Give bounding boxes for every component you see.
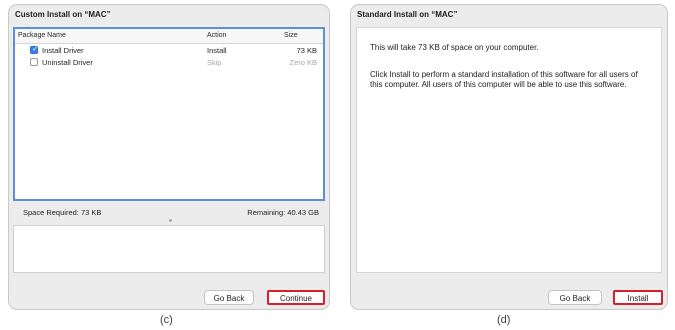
description-box bbox=[13, 225, 325, 273]
column-package-name[interactable]: Package Name bbox=[18, 32, 66, 39]
table-row[interactable]: ✓ Install Driver Install 73 KB bbox=[15, 45, 323, 56]
table-header: Package Name Action Size bbox=[15, 29, 323, 44]
checkbox-uninstall-driver[interactable] bbox=[30, 58, 38, 66]
window-title: Standard Install on “MAC” bbox=[357, 10, 458, 19]
go-back-button[interactable]: Go Back bbox=[204, 290, 254, 305]
column-action[interactable]: Action bbox=[207, 32, 226, 39]
checkbox-install-driver[interactable]: ✓ bbox=[30, 46, 38, 54]
table-row[interactable]: Uninstall Driver Skip Zero KB bbox=[15, 57, 323, 68]
space-info: Space Required: 73 KB Remaining: 40.43 G… bbox=[19, 208, 319, 218]
install-button[interactable]: Install bbox=[613, 290, 663, 305]
package-name: Uninstall Driver bbox=[42, 58, 93, 67]
install-message: Click Install to perform a standard inst… bbox=[370, 70, 638, 89]
space-required: Space Required: 73 KB bbox=[23, 208, 102, 217]
message-panel: This will take 73 KB of space on your co… bbox=[356, 27, 662, 273]
package-name: Install Driver bbox=[42, 46, 84, 55]
caption-c: (c) bbox=[160, 314, 173, 326]
space-remaining: Remaining: 40.43 GB bbox=[247, 208, 319, 217]
standard-install-window: Standard Install on “MAC” This will take… bbox=[350, 4, 668, 310]
package-table[interactable]: Package Name Action Size ✓ Install Drive… bbox=[13, 27, 325, 201]
package-action: Skip bbox=[207, 58, 222, 67]
custom-install-window: Custom Install on “MAC” Package Name Act… bbox=[8, 4, 330, 310]
column-size[interactable]: Size bbox=[284, 32, 298, 39]
window-title: Custom Install on “MAC” bbox=[15, 10, 111, 19]
package-action: Install bbox=[207, 46, 227, 55]
splitter-handle[interactable] bbox=[169, 219, 172, 222]
caption-d: (d) bbox=[497, 314, 511, 326]
continue-button[interactable]: Continue bbox=[267, 290, 325, 305]
package-size: 73 KB bbox=[296, 46, 317, 55]
package-size: Zero KB bbox=[289, 58, 317, 67]
go-back-button[interactable]: Go Back bbox=[548, 290, 602, 305]
space-message: This will take 73 KB of space on your co… bbox=[370, 43, 539, 52]
check-mark-icon: ✓ bbox=[32, 46, 38, 53]
